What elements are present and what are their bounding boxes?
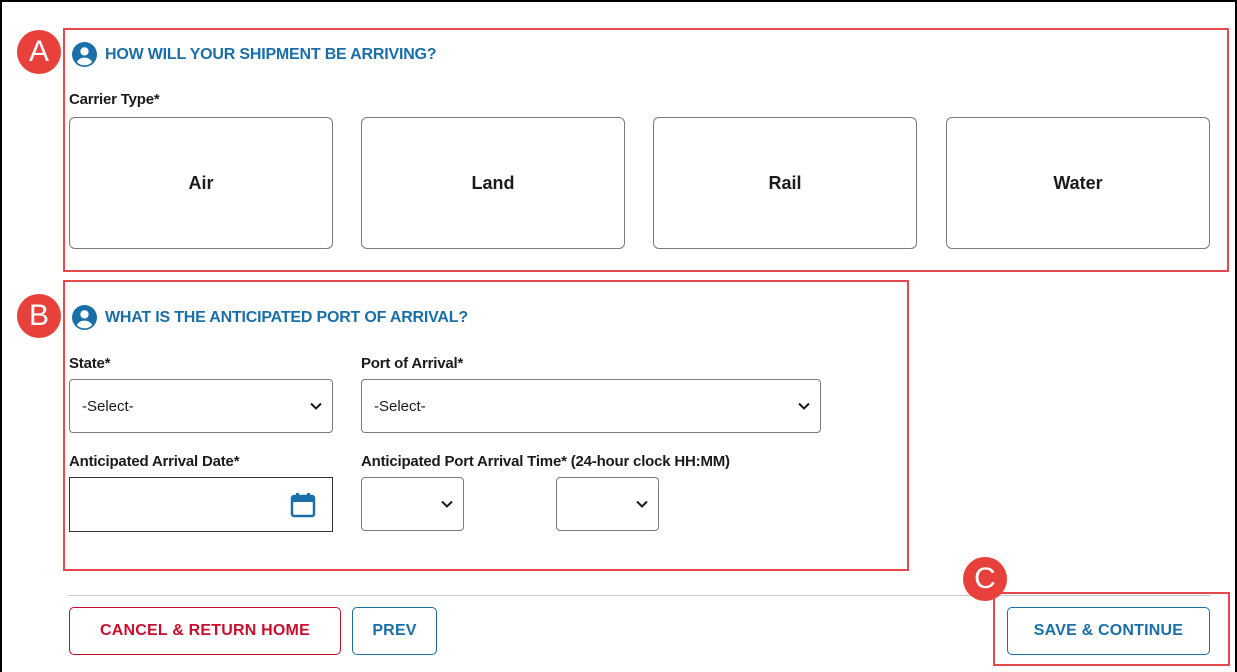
save-continue-button[interactable]: SAVE & CONTINUE [1007,607,1210,655]
state-label: State* [69,355,111,372]
carrier-option-air[interactable]: Air [69,117,333,249]
annotation-marker-c: C [963,557,1007,601]
port-select-value: -Select- [374,397,426,415]
state-select[interactable]: -Select- [69,379,333,433]
arrival-hour-select[interactable] [361,477,464,531]
port-of-arrival-select[interactable]: -Select- [361,379,821,433]
arrival-minute-select[interactable] [556,477,659,531]
shipment-section-title-text: HOW WILL YOUR SHIPMENT BE ARRIVING? [105,45,437,63]
calendar-icon[interactable] [290,492,316,518]
user-circle-icon [72,305,97,330]
footer-divider [68,595,1210,596]
chevron-down-icon [798,402,810,410]
chevron-down-icon [636,500,648,508]
arrival-date-label: Anticipated Arrival Date* [69,453,240,470]
state-select-value: -Select- [82,397,134,415]
carrier-option-water[interactable]: Water [946,117,1210,249]
port-section-title-text: WHAT IS THE ANTICIPATED PORT OF ARRIVAL? [105,308,468,326]
shipment-section-title: HOW WILL YOUR SHIPMENT BE ARRIVING? [72,42,437,67]
chevron-down-icon [441,500,453,508]
prev-button[interactable]: PREV [352,607,437,655]
carrier-type-label: Carrier Type* [69,91,160,108]
carrier-option-rail[interactable]: Rail [653,117,917,249]
arrival-time-label: Anticipated Port Arrival Time* (24-hour … [361,453,730,470]
port-section-title: WHAT IS THE ANTICIPATED PORT OF ARRIVAL? [72,305,468,330]
annotation-marker-a: A [17,30,61,74]
cancel-return-home-button[interactable]: CANCEL & RETURN HOME [69,607,341,655]
annotation-marker-b: B [17,294,61,338]
arrival-date-input[interactable] [69,477,333,532]
chevron-down-icon [310,402,322,410]
user-circle-icon [72,42,97,67]
port-of-arrival-label: Port of Arrival* [361,355,464,372]
carrier-option-land[interactable]: Land [361,117,625,249]
